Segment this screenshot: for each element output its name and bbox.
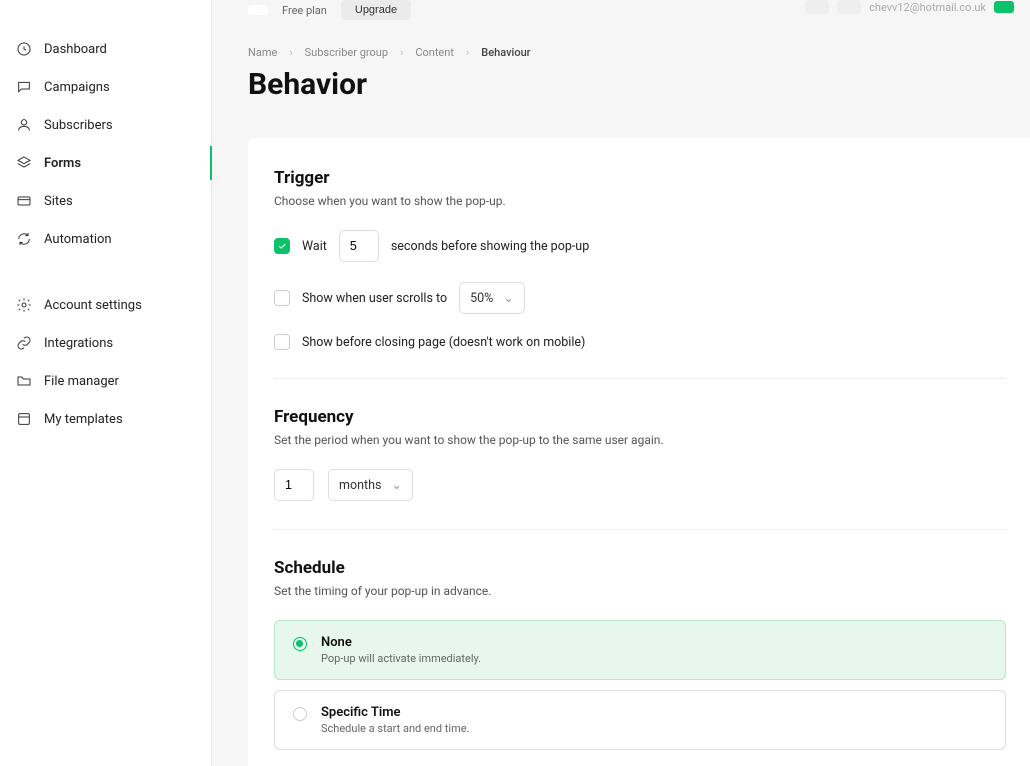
chevron-right-icon: › xyxy=(289,46,292,59)
refresh-icon xyxy=(16,231,32,247)
chevron-down-icon: ⌄ xyxy=(503,290,513,306)
sidebar-item-file-manager[interactable]: File manager xyxy=(0,362,211,400)
link-icon xyxy=(16,335,32,351)
scroll-percent-value: 50% xyxy=(470,291,493,306)
sidebar-item-label: My templates xyxy=(44,412,123,427)
sidebar-item-label: Subscribers xyxy=(44,118,113,133)
breadcrumbs: Name › Subscriber group › Content › Beha… xyxy=(212,32,1030,59)
chevron-right-icon: › xyxy=(466,46,469,59)
chevron-down-icon: ⌄ xyxy=(391,477,401,493)
page-title: Behavior xyxy=(212,59,1030,122)
frequency-value-input[interactable] xyxy=(274,469,314,501)
wait-suffix: seconds before showing the pop-up xyxy=(391,239,589,254)
content-card: Trigger Choose when you want to show the… xyxy=(248,138,1030,766)
close-checkbox[interactable] xyxy=(274,334,290,350)
sidebar-item-label: Dashboard xyxy=(44,42,107,57)
trigger-wait-row: Wait seconds before showing the pop-up xyxy=(274,230,1006,262)
gear-icon xyxy=(16,297,32,313)
wait-label: Wait xyxy=(302,239,327,254)
wait-checkbox[interactable] xyxy=(274,238,290,254)
topbar-icon-2[interactable] xyxy=(837,0,861,14)
schedule-section: Schedule Set the timing of your pop-up i… xyxy=(274,558,1006,750)
upgrade-button[interactable]: Upgrade xyxy=(341,0,411,20)
sidebar-item-campaigns[interactable]: Campaigns xyxy=(0,68,211,106)
schedule-specific-label: Specific Time xyxy=(321,705,469,720)
sidebar-item-subscribers[interactable]: Subscribers xyxy=(0,106,211,144)
sidebar-item-dashboard[interactable]: Dashboard xyxy=(0,30,211,68)
sidebar-item-label: File manager xyxy=(44,374,119,389)
layers-icon xyxy=(16,155,32,171)
breadcrumb-content[interactable]: Content xyxy=(415,46,454,59)
trigger-close-row: Show before closing page (doesn't work o… xyxy=(274,334,1006,350)
sidebar-item-label: Integrations xyxy=(44,336,113,351)
card-icon xyxy=(16,193,32,209)
sidebar-item-label: Automation xyxy=(44,232,112,247)
schedule-specific-sub: Schedule a start and end time. xyxy=(321,722,469,735)
frequency-unit-select[interactable]: months ⌄ xyxy=(328,469,413,501)
template-icon xyxy=(16,411,32,427)
user-icon xyxy=(16,117,32,133)
breadcrumb-subscriber-group[interactable]: Subscriber group xyxy=(305,46,388,59)
sidebar-item-label: Sites xyxy=(44,194,73,209)
sidebar: Dashboard Campaigns Subscribers Forms Si… xyxy=(0,0,212,766)
topbar: Free plan Upgrade chevv12@hotmail.co.uk xyxy=(212,0,1030,32)
schedule-none-sub: Pop-up will activate immediately. xyxy=(321,652,481,665)
main-content: Free plan Upgrade chevv12@hotmail.co.uk … xyxy=(212,0,1030,766)
schedule-radio-specific[interactable] xyxy=(293,707,307,721)
frequency-unit-value: months xyxy=(339,478,381,493)
plan-box xyxy=(248,5,268,15)
topbar-icon-1[interactable] xyxy=(805,0,829,14)
clock-icon xyxy=(16,41,32,57)
comment-icon xyxy=(16,79,32,95)
frequency-desc: Set the period when you want to show the… xyxy=(274,433,1006,447)
frequency-title: Frequency xyxy=(274,407,1006,427)
close-label: Show before closing page (doesn't work o… xyxy=(302,335,585,350)
breadcrumb-behaviour[interactable]: Behaviour xyxy=(481,46,530,59)
folder-icon xyxy=(16,373,32,389)
trigger-title: Trigger xyxy=(274,168,1006,188)
breadcrumb-name[interactable]: Name xyxy=(248,46,277,59)
plan-label: Free plan xyxy=(282,4,327,17)
user-email[interactable]: chevv12@hotmail.co.uk xyxy=(869,1,986,14)
schedule-radio-none[interactable] xyxy=(293,637,307,651)
sidebar-item-integrations[interactable]: Integrations xyxy=(0,324,211,362)
sidebar-item-account-settings[interactable]: Account settings xyxy=(0,286,211,324)
schedule-desc: Set the timing of your pop-up in advance… xyxy=(274,584,1006,598)
scroll-label: Show when user scrolls to xyxy=(302,291,447,306)
scroll-percent-select[interactable]: 50% ⌄ xyxy=(459,282,525,314)
scroll-checkbox[interactable] xyxy=(274,290,290,306)
wait-seconds-input[interactable] xyxy=(339,230,379,262)
sidebar-item-label: Campaigns xyxy=(44,80,110,95)
sidebar-item-sites[interactable]: Sites xyxy=(0,182,211,220)
trigger-section: Trigger Choose when you want to show the… xyxy=(274,168,1006,379)
trigger-desc: Choose when you want to show the pop-up. xyxy=(274,194,1006,208)
schedule-option-specific-time[interactable]: Specific Time Schedule a start and end t… xyxy=(274,690,1006,750)
sidebar-item-my-templates[interactable]: My templates xyxy=(0,400,211,438)
chevron-right-icon: › xyxy=(400,46,403,59)
frequency-section: Frequency Set the period when you want t… xyxy=(274,407,1006,530)
sidebar-item-forms[interactable]: Forms xyxy=(0,144,211,182)
trigger-scroll-row: Show when user scrolls to 50% ⌄ xyxy=(274,282,1006,314)
sidebar-item-label: Forms xyxy=(44,156,81,171)
sidebar-item-label: Account settings xyxy=(44,298,142,313)
schedule-none-label: None xyxy=(321,635,481,650)
user-avatar-badge[interactable] xyxy=(994,1,1014,13)
sidebar-item-automation[interactable]: Automation xyxy=(0,220,211,258)
schedule-option-none[interactable]: None Pop-up will activate immediately. xyxy=(274,620,1006,680)
schedule-title: Schedule xyxy=(274,558,1006,578)
